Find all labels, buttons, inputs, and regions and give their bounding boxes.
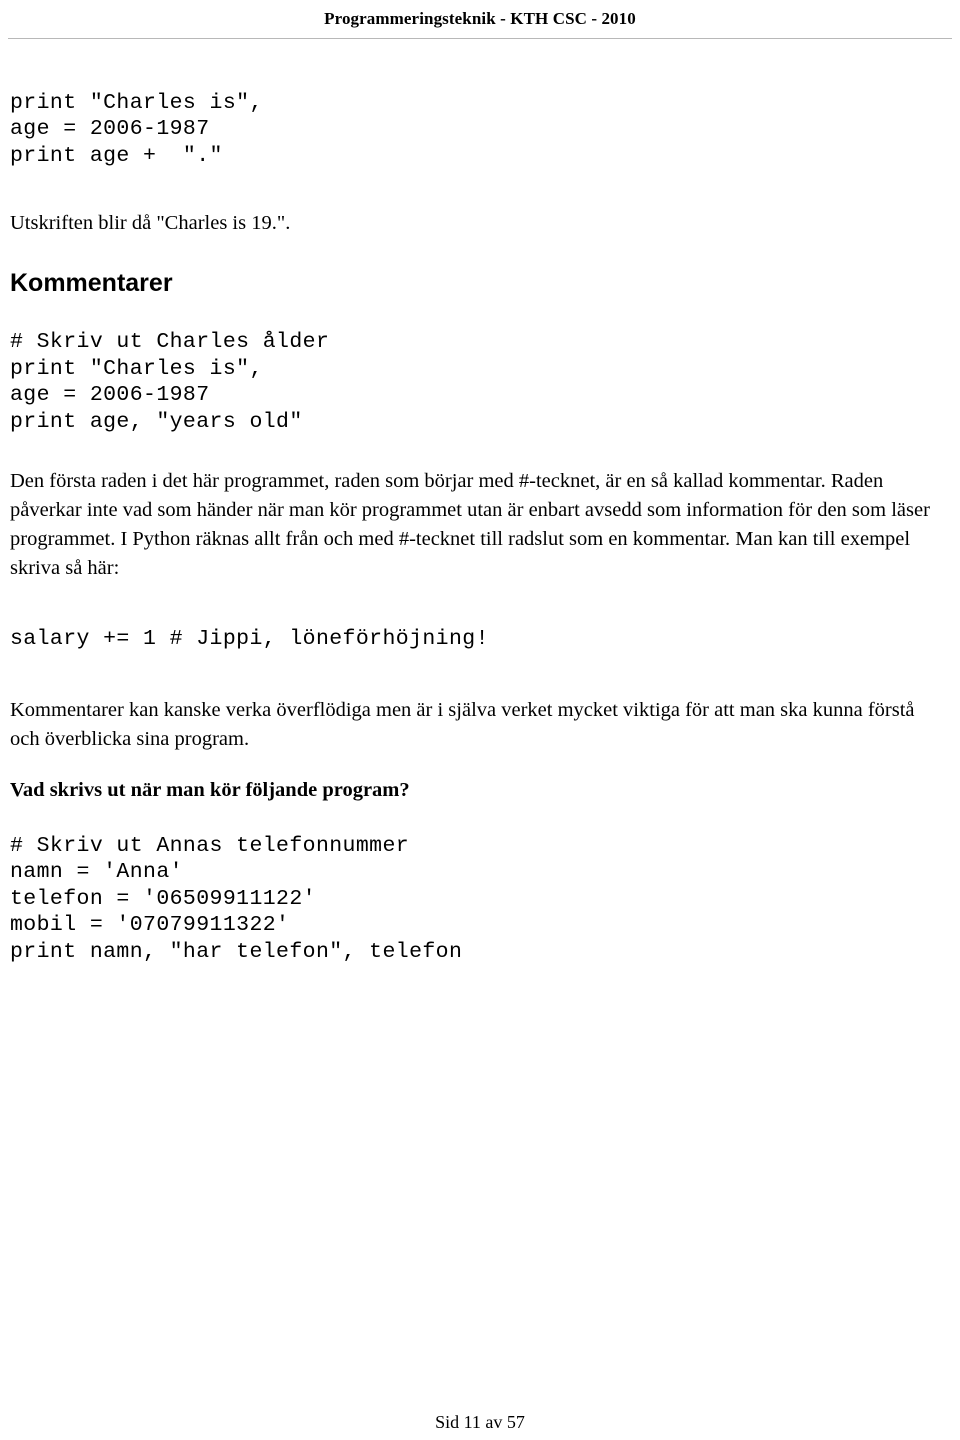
code-block-charles-alder: # Skriv ut Charles ålder print "Charles … [10,330,330,434]
page-footer: Sid 11 av 57 [435,1412,525,1432]
code-block-annas-telefonnummer: # Skriv ut Annas telefonnummer namn = 'A… [10,833,463,964]
document-content: print "Charles is", age = 2006-1987 prin… [10,68,940,987]
paragraph-comment-value: Kommentarer kan kanske verka överflödiga… [10,699,915,750]
header-divider [8,38,952,39]
running-header: Programmeringsteknik - KTH CSC - 2010 [324,9,636,28]
paragraph-comment-explanation: Den första raden i det här programmet, r… [10,469,930,579]
code-block-print-charles: print "Charles is", age = 2006-1987 prin… [10,90,263,168]
question-heading: Vad skrivs ut när man kör följande progr… [10,779,410,801]
section-heading-kommentarer: Kommentarer [10,268,173,297]
code-block-salary: salary += 1 # Jippi, löneförhöjning! [10,627,489,651]
paragraph-output-description: Utskriften blir då "Charles is 19.". [10,211,291,234]
document-page: Programmeringsteknik - KTH CSC - 2010 pr… [0,0,960,1440]
